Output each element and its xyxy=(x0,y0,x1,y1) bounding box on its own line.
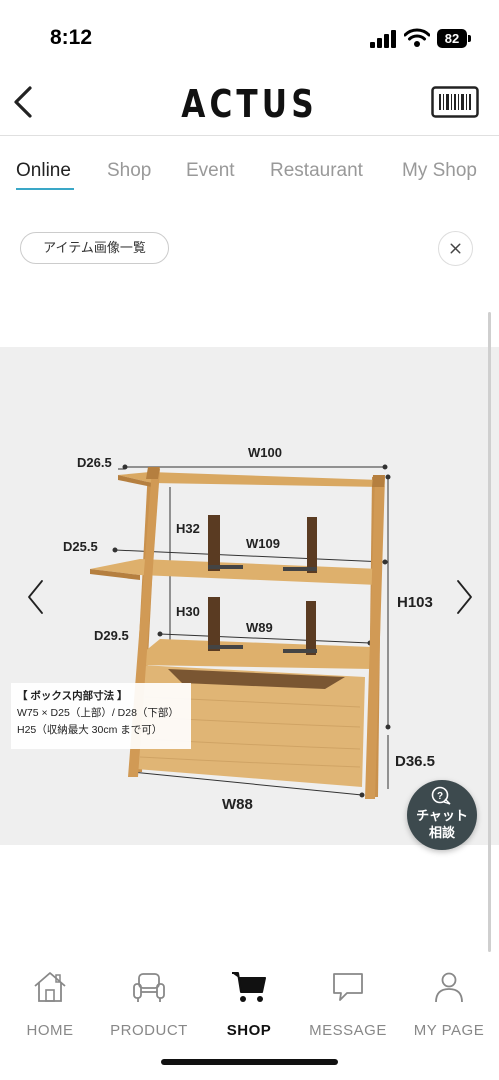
chat-label-line2: 相談 xyxy=(428,825,455,840)
chat-label-line1: チャット xyxy=(416,808,468,823)
bottom-navigation: HOME PRODUCT SHOP MESSAGE MY PAGE xyxy=(0,960,499,1050)
dim-w109: W109 xyxy=(246,536,280,551)
product-image-viewer[interactable]: D26.5 W100 H32 W109 D25.5 H30 W89 D29.5 … xyxy=(0,347,499,845)
dim-d29-5: D29.5 xyxy=(94,628,129,643)
nav-message-label: MESSAGE xyxy=(309,1022,387,1039)
barcode-icon[interactable] xyxy=(431,86,479,118)
close-icon[interactable] xyxy=(438,231,473,266)
item-image-list-chip[interactable]: アイテム画像一覧 xyxy=(20,232,169,264)
dim-w89: W89 xyxy=(246,620,273,635)
sofa-icon xyxy=(133,973,165,1002)
nav-home-label: HOME xyxy=(26,1022,74,1039)
nav-shop[interactable]: SHOP xyxy=(199,968,299,1039)
nav-product-label: PRODUCT xyxy=(110,1022,188,1039)
person-icon xyxy=(435,972,463,1003)
top-tabs: Online Shop Event Restaurant My Shop xyxy=(0,150,499,194)
cart-icon xyxy=(232,972,266,1002)
dim-d26-5: D26.5 xyxy=(77,455,112,470)
dim-d25-5: D25.5 xyxy=(63,539,98,554)
wifi-icon xyxy=(404,28,430,47)
next-image-arrow-icon[interactable] xyxy=(452,577,476,617)
tab-shop[interactable]: Shop xyxy=(107,160,151,182)
active-tab-indicator xyxy=(16,188,74,190)
box-note-line1: W75 × D25（上部）/ D28（下部） xyxy=(17,707,179,719)
brand-logo[interactable]: ACTUS xyxy=(45,82,454,126)
battery-tip xyxy=(468,35,471,42)
box-note-title: 【 ボックス内部寸法 】 xyxy=(17,690,128,702)
box-inner-dimensions-note: 【 ボックス内部寸法 】 W75 × D25（上部）/ D28（下部） H25（… xyxy=(11,683,191,749)
tab-my-shop[interactable]: My Shop xyxy=(402,160,477,182)
battery-indicator: 82 xyxy=(437,29,467,48)
svg-text:?: ? xyxy=(437,791,443,802)
home-icon xyxy=(34,972,66,1002)
nav-message[interactable]: MESSAGE xyxy=(298,968,398,1039)
tab-restaurant[interactable]: Restaurant xyxy=(270,160,363,182)
speech-bubble-icon xyxy=(333,973,363,1001)
nav-shop-label: SHOP xyxy=(226,1022,272,1039)
status-time: 8:12 xyxy=(50,26,93,49)
box-note-line2: H25（収納最大 30cm まで可） xyxy=(17,724,163,736)
nav-home[interactable]: HOME xyxy=(0,968,100,1039)
chat-consult-button[interactable]: ? チャット 相談 xyxy=(407,780,477,850)
dim-h103: H103 xyxy=(397,594,433,611)
dim-w88: W88 xyxy=(222,796,253,813)
previous-image-arrow-icon[interactable] xyxy=(24,577,48,617)
nav-my-page[interactable]: MY PAGE xyxy=(399,968,499,1039)
nav-my-page-label: MY PAGE xyxy=(413,1022,485,1039)
tab-event[interactable]: Event xyxy=(186,160,235,182)
page-scrollbar[interactable] xyxy=(488,312,491,952)
dim-h32: H32 xyxy=(176,521,200,536)
dim-w100: W100 xyxy=(248,445,282,460)
nav-product[interactable]: PRODUCT xyxy=(99,968,199,1039)
dim-h30: H30 xyxy=(176,604,200,619)
back-arrow-icon[interactable] xyxy=(10,84,40,120)
cellular-signal-icon xyxy=(370,30,396,48)
app-header: ACTUS xyxy=(0,72,499,136)
status-bar: 8:12 82 xyxy=(0,0,499,72)
home-indicator xyxy=(161,1059,338,1065)
dim-d36-5: D36.5 xyxy=(395,753,436,770)
tab-online[interactable]: Online xyxy=(16,160,71,182)
chat-question-icon: ? xyxy=(431,786,451,805)
